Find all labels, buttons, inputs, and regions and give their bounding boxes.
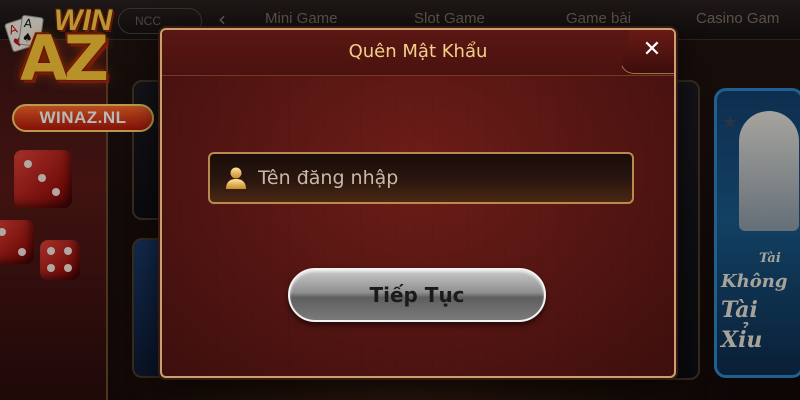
forgot-password-dialog: Quên Mật Khẩu ✕ Tiếp Tục [160,28,676,378]
dialog-title: Quên Mật Khẩu [348,41,488,62]
user-icon [226,167,246,189]
close-icon[interactable]: ✕ [640,36,664,64]
username-field[interactable] [208,152,634,204]
dialog-header: Quên Mật Khẩu ✕ [162,30,674,76]
username-input[interactable] [258,162,618,194]
continue-button[interactable]: Tiếp Tục [288,268,546,322]
